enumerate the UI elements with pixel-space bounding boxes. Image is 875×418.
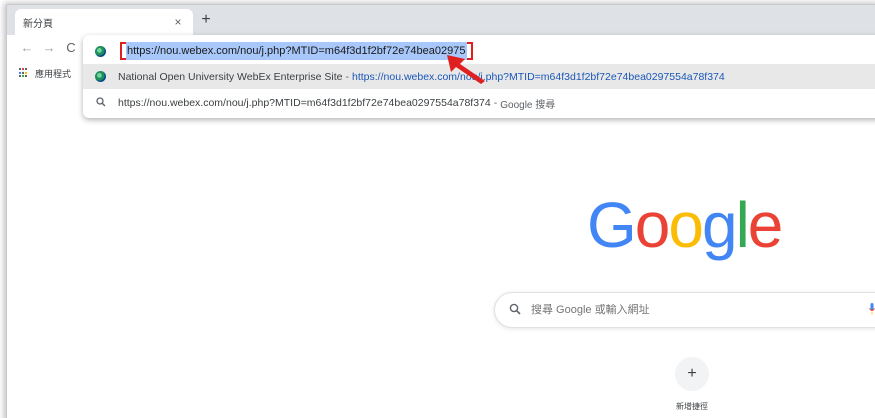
tab-title: 新分頁 [23, 18, 53, 30]
logo-letter: o [634, 189, 671, 261]
logo-letter: g [701, 189, 738, 261]
suggestion-title: National Open University WebEx Enterpris… [118, 70, 343, 83]
close-tab-icon[interactable]: × [171, 15, 185, 29]
bookmarks-bar-apps[interactable]: 應用程式 [7, 63, 87, 83]
suggestion-separator: - [345, 70, 350, 83]
tab-strip: 新分頁 × + [7, 5, 875, 35]
ntp-search-input[interactable] [531, 304, 831, 316]
browser-window: 新分頁 × + ← → C 應用程式 https://nou.webex.com… [6, 4, 875, 418]
site-icon [95, 45, 106, 57]
suggestion-query: https://nou.webex.com/nou/j.php?MTID=m64… [118, 97, 491, 109]
suggestion-url: https://nou.webex.com/nou/j.php?MTID=m64… [352, 70, 725, 83]
logo-letter: e [747, 189, 784, 261]
logo-letter: l [735, 189, 750, 261]
red-arrow-icon [447, 55, 485, 84]
logo-letter: o [668, 189, 704, 261]
add-shortcut[interactable]: + 新增捷徑 [662, 357, 722, 412]
address-bar-value: https://nou.webex.com/nou/j.php?MTID=m64… [126, 42, 467, 60]
apps-grid-icon [19, 68, 29, 78]
microphone-icon[interactable] [869, 303, 875, 315]
search-icon [509, 303, 521, 318]
logo-letter: G [587, 189, 637, 261]
reload-button[interactable]: C [63, 40, 79, 56]
forward-button[interactable]: → [41, 40, 57, 56]
suggestion-engine: Google 搜尋 [500, 99, 556, 111]
add-shortcut-button[interactable]: + [675, 357, 709, 391]
apps-label: 應用程式 [35, 68, 72, 79]
back-button[interactable]: ← [19, 40, 35, 56]
ntp-search-box[interactable] [494, 292, 875, 328]
suggestion-row-search[interactable]: https://nou.webex.com/nou/j.php?MTID=m64… [83, 90, 875, 116]
suggestion-separator: - [493, 97, 498, 109]
google-logo: Google [587, 193, 783, 257]
site-icon [95, 71, 106, 82]
address-bar-input[interactable]: https://nou.webex.com/nou/j.php?MTID=m64… [120, 42, 473, 60]
add-shortcut-label: 新增捷徑 [676, 402, 708, 411]
search-icon [95, 96, 106, 110]
tab-new-tab[interactable]: 新分頁 × [15, 9, 193, 35]
new-tab-button[interactable]: + [197, 11, 215, 29]
